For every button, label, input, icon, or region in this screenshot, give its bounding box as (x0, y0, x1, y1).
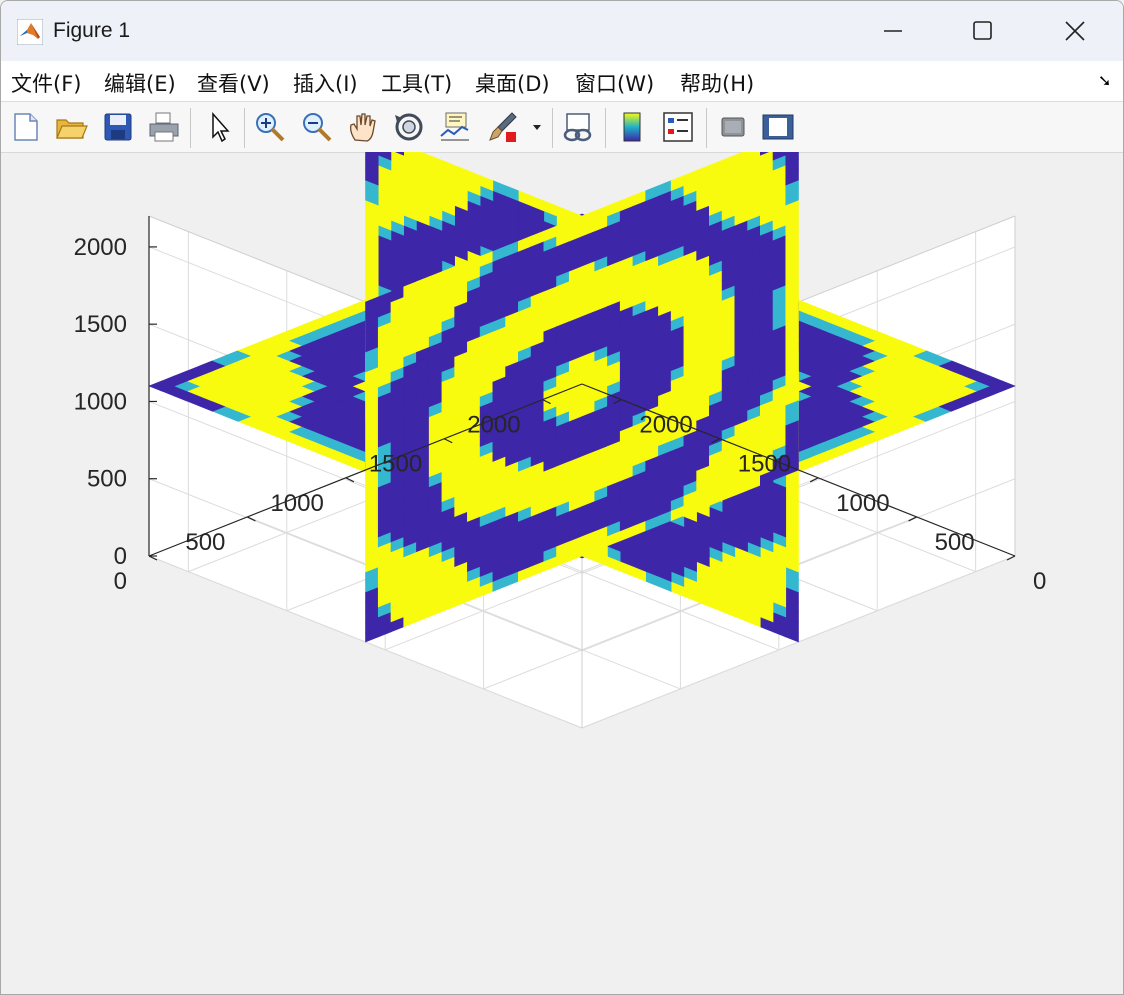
title-bar[interactable]: Figure 1 (1, 1, 1123, 61)
close-icon (1065, 21, 1085, 41)
toolbar-separator (552, 108, 553, 148)
zoom-out-icon[interactable] (300, 110, 334, 144)
print-icon[interactable] (147, 110, 181, 144)
menu-bar: 文件(F) 编辑(E) 查看(V) 插入(I) 工具(T) 桌面(D) 窗口(W) 帮助(H) (1, 61, 1123, 102)
toolbar-separator (190, 108, 191, 148)
minimize-icon (884, 30, 902, 32)
minimize-button[interactable] (847, 1, 939, 61)
open-file-icon[interactable] (54, 110, 88, 144)
y-tick-label: 500 (935, 529, 975, 556)
x-tick-label: 0 (114, 568, 127, 595)
pan-hand-icon[interactable] (346, 110, 380, 144)
menu-item-4[interactable]: 工具(T) (381, 68, 452, 98)
dock-figure-icon[interactable]: ➘ (1098, 71, 1111, 90)
data-cursor-icon[interactable] (438, 110, 472, 144)
brush-dropdown-arrow-icon[interactable] (529, 110, 545, 144)
new-figure-icon[interactable] (9, 110, 43, 144)
window-title: Figure 1 (53, 19, 131, 42)
menu-item-0[interactable]: 文件(F) (11, 68, 81, 98)
menu-item-2[interactable]: 查看(V) (197, 68, 270, 98)
x-tick-label: 2000 (467, 412, 520, 439)
menu-item-3[interactable]: 插入(I) (293, 68, 358, 98)
pointer-icon[interactable] (203, 110, 237, 144)
figure-toolbar (1, 102, 1123, 153)
z-tick-label: 1000 (74, 388, 127, 415)
menu-item-7[interactable]: 帮助(H) (680, 68, 754, 98)
y-tick-label: 0 (1033, 568, 1046, 595)
menu-item-6[interactable]: 窗口(W) (575, 68, 654, 98)
menu-item-5[interactable]: 桌面(D) (475, 68, 550, 98)
rotate-3d-icon[interactable] (392, 110, 426, 144)
toolbar-separator (244, 108, 245, 148)
save-icon[interactable] (101, 110, 135, 144)
menu-item-1[interactable]: 编辑(E) (104, 68, 176, 98)
y-tick-label: 2000 (639, 412, 692, 439)
zoom-in-icon[interactable] (253, 110, 287, 144)
colorbar-icon[interactable] (615, 110, 649, 144)
maximize-icon (973, 21, 992, 40)
matlab-logo-icon (17, 19, 43, 45)
axes-3d[interactable]: 0 500 1000 1500 2000 0 500 1000 1500 2000 0 500 1000… (0, 152, 1124, 985)
z-tick-label: 500 (87, 466, 127, 493)
show-plot-tools-icon[interactable] (761, 110, 795, 144)
brush-icon[interactable] (486, 110, 520, 144)
hide-plot-tools-icon[interactable] (716, 110, 750, 144)
legend-icon[interactable] (661, 110, 695, 144)
close-button[interactable] (1029, 1, 1121, 61)
y-tick-label: 1500 (738, 451, 791, 478)
toolbar-separator (605, 108, 606, 148)
x-tick-label: 1500 (369, 451, 422, 478)
z-tick-label: 0 (114, 543, 127, 570)
link-plot-icon[interactable] (561, 110, 595, 144)
toolbar-separator (706, 108, 707, 148)
z-tick-label: 1500 (74, 311, 127, 338)
z-tick-label: 2000 (74, 234, 127, 261)
y-tick-label: 1000 (836, 490, 889, 517)
maximize-button[interactable] (937, 1, 1029, 61)
x-tick-label: 500 (185, 529, 225, 556)
x-tick-label: 1000 (270, 490, 323, 517)
